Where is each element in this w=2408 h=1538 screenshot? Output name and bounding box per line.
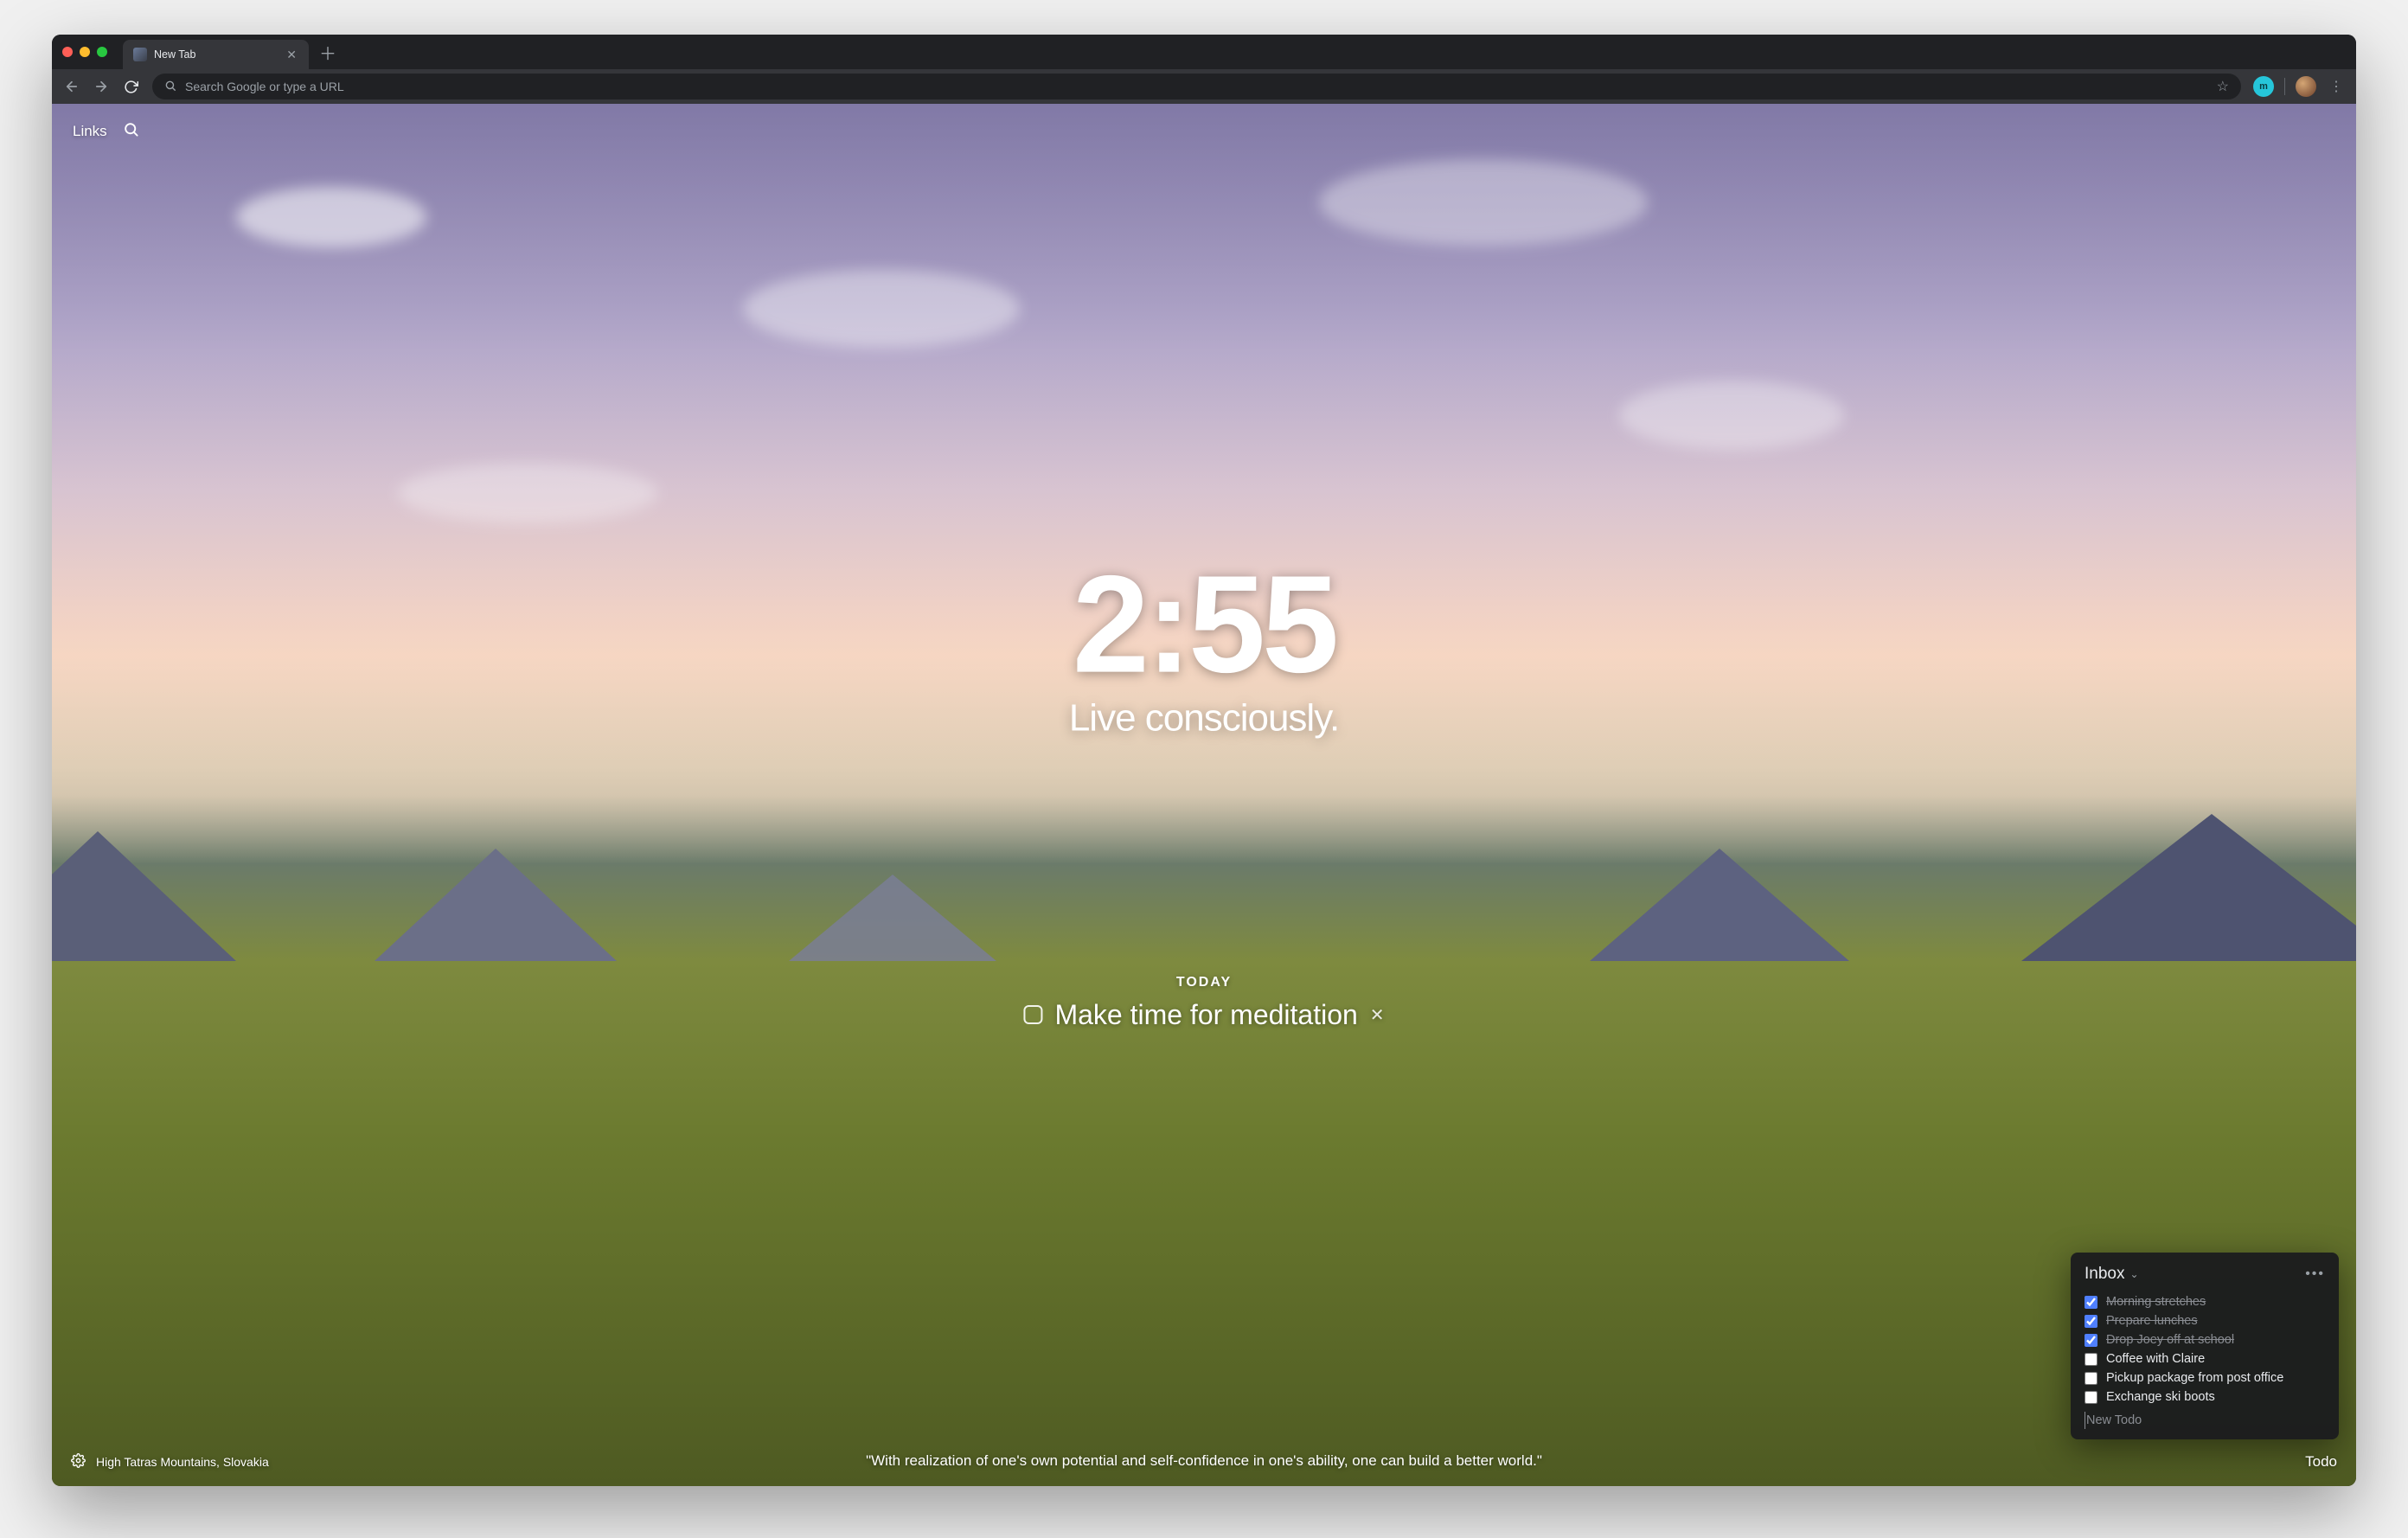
toolbar-divider bbox=[2284, 78, 2285, 95]
top-overlay: Links bbox=[52, 104, 2356, 159]
fullscreen-window-button[interactable] bbox=[97, 47, 107, 57]
search-button[interactable] bbox=[123, 121, 139, 142]
close-window-button[interactable] bbox=[62, 47, 73, 57]
todo-item[interactable]: Coffee with Claire bbox=[2085, 1349, 2325, 1368]
focus-label: TODAY bbox=[1023, 975, 1384, 990]
bottom-bar: High Tatras Mountains, Slovakia "With re… bbox=[52, 1439, 2356, 1486]
todo-item-checkbox[interactable] bbox=[2085, 1334, 2097, 1347]
background-photo bbox=[52, 104, 2356, 1486]
focus-checkbox[interactable] bbox=[1023, 1005, 1042, 1024]
quote-text[interactable]: "With realization of one's own potential… bbox=[866, 1451, 1542, 1472]
profile-avatar[interactable] bbox=[2296, 76, 2316, 97]
todo-panel: Inbox ⌄ ••• Morning stretches Prepare lun… bbox=[2071, 1253, 2339, 1439]
mantra-text[interactable]: Live consciously. bbox=[52, 697, 2356, 740]
todo-item-label: Drop Joey off at school bbox=[2106, 1333, 2234, 1347]
back-button[interactable] bbox=[59, 74, 85, 99]
window-controls bbox=[62, 47, 107, 57]
todo-item-checkbox[interactable] bbox=[2085, 1353, 2097, 1366]
todo-item[interactable]: Morning stretches bbox=[2085, 1292, 2325, 1311]
todo-item-label: Pickup package from post office bbox=[2106, 1371, 2283, 1385]
todo-item-checkbox[interactable] bbox=[2085, 1372, 2097, 1385]
todo-item-label: Exchange ski boots bbox=[2106, 1390, 2215, 1404]
todo-list: Morning stretches Prepare lunches Drop Joe… bbox=[2085, 1292, 2325, 1407]
gear-icon bbox=[71, 1453, 86, 1468]
todo-item-checkbox[interactable] bbox=[2085, 1391, 2097, 1404]
newtab-content: Links 2:55 Live consciously. TODAY Make … bbox=[52, 104, 2356, 1486]
cloud-decoration bbox=[1319, 159, 1648, 246]
cloud-decoration bbox=[743, 270, 1020, 348]
chrome-menu-button[interactable]: ⋮ bbox=[2323, 78, 2349, 95]
todo-new-placeholder: New Todo bbox=[2086, 1413, 2142, 1427]
new-tab-button[interactable]: ＋ bbox=[316, 40, 340, 64]
address-bar[interactable]: Search Google or type a URL ☆ bbox=[152, 74, 2241, 99]
center-widgets: 2:55 Live consciously. bbox=[52, 555, 2356, 740]
minimize-window-button[interactable] bbox=[80, 47, 90, 57]
tab-favicon bbox=[133, 48, 147, 61]
browser-window: New Tab ✕ ＋ Search Google or type a URL … bbox=[52, 35, 2356, 1486]
todo-item[interactable]: Exchange ski boots bbox=[2085, 1387, 2325, 1407]
todo-item-label: Morning stretches bbox=[2106, 1295, 2206, 1309]
tab-title: New Tab bbox=[154, 48, 195, 61]
links-button[interactable]: Links bbox=[73, 123, 107, 140]
todo-item-checkbox[interactable] bbox=[2085, 1296, 2097, 1309]
todo-item-checkbox[interactable] bbox=[2085, 1315, 2097, 1328]
search-icon bbox=[164, 80, 176, 94]
todo-item[interactable]: Drop Joey off at school bbox=[2085, 1330, 2325, 1349]
close-tab-button[interactable]: ✕ bbox=[285, 48, 298, 62]
cloud-decoration bbox=[1619, 381, 1844, 450]
forward-button[interactable] bbox=[88, 74, 114, 99]
focus-clear-button[interactable]: ✕ bbox=[1370, 1004, 1385, 1026]
focus-text[interactable]: Make time for meditation bbox=[1054, 999, 1357, 1031]
reload-button[interactable] bbox=[118, 74, 144, 99]
bookmark-star-icon[interactable]: ☆ bbox=[2217, 78, 2229, 95]
focus-section: TODAY Make time for meditation ✕ bbox=[1023, 975, 1384, 1031]
clock-time[interactable]: 2:55 bbox=[52, 555, 2356, 694]
extension-avatar[interactable]: m bbox=[2253, 76, 2274, 97]
arrow-left-icon bbox=[64, 79, 80, 94]
cloud-decoration bbox=[236, 187, 426, 247]
todo-menu-button[interactable]: ••• bbox=[2305, 1266, 2325, 1282]
reload-icon bbox=[124, 80, 138, 94]
focus-row: Make time for meditation ✕ bbox=[1023, 999, 1384, 1031]
extension-avatar-initial: m bbox=[2259, 81, 2268, 92]
todo-item[interactable]: Pickup package from post office bbox=[2085, 1368, 2325, 1387]
todo-item-label: Prepare lunches bbox=[2106, 1314, 2198, 1328]
todo-list-title[interactable]: Inbox bbox=[2085, 1265, 2124, 1284]
todo-item[interactable]: Prepare lunches bbox=[2085, 1311, 2325, 1330]
titlebar: New Tab ✕ ＋ bbox=[52, 35, 2356, 69]
todo-item-label: Coffee with Claire bbox=[2106, 1352, 2205, 1366]
photo-location[interactable]: High Tatras Mountains, Slovakia bbox=[96, 1455, 269, 1469]
browser-tab[interactable]: New Tab ✕ bbox=[123, 40, 309, 69]
arrow-right-icon bbox=[93, 79, 109, 94]
todo-header: Inbox ⌄ ••• bbox=[2085, 1265, 2325, 1284]
browser-toolbar: Search Google or type a URL ☆ m ⋮ bbox=[52, 69, 2356, 104]
cloud-decoration bbox=[398, 463, 657, 523]
todo-toggle-button[interactable]: Todo bbox=[2305, 1453, 2337, 1471]
search-icon bbox=[123, 121, 139, 138]
chevron-down-icon[interactable]: ⌄ bbox=[2129, 1268, 2138, 1280]
address-bar-placeholder: Search Google or type a URL bbox=[185, 80, 344, 93]
todo-new-input[interactable]: New Todo bbox=[2085, 1412, 2325, 1429]
settings-button[interactable] bbox=[71, 1453, 86, 1471]
bottom-left: High Tatras Mountains, Slovakia bbox=[71, 1453, 269, 1471]
